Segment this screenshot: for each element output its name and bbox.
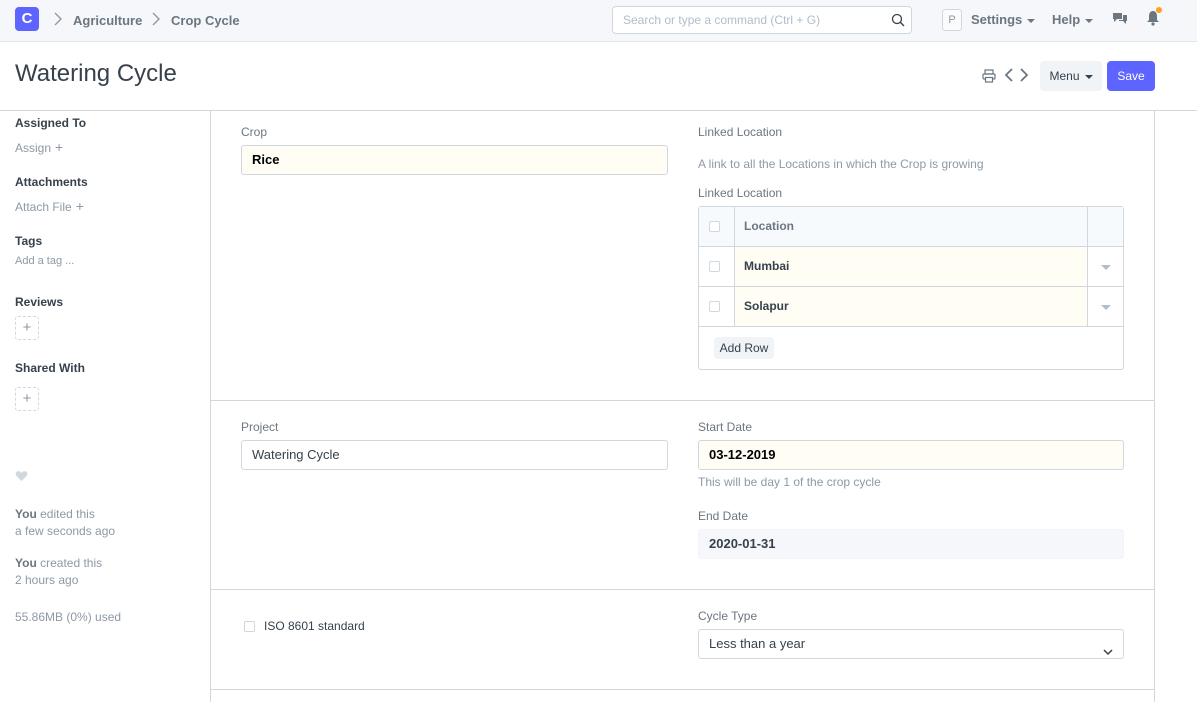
tags-label: Tags	[15, 234, 43, 248]
settings-dropdown[interactable]: Settings	[971, 12, 1036, 27]
location-column-header: Location	[744, 219, 794, 233]
notification-dot	[1156, 7, 1162, 13]
reviews-label: Reviews	[15, 295, 64, 309]
plus-icon: +	[22, 319, 32, 336]
heart-icon[interactable]	[15, 470, 28, 482]
search-input[interactable]	[613, 7, 873, 33]
chevron-right-icon	[151, 11, 161, 27]
activity-edited: You edited this	[15, 507, 95, 521]
avatar[interactable]: P	[942, 9, 962, 31]
project-field[interactable]: Watering Cycle	[241, 440, 668, 470]
shared-with-label: Shared With	[15, 361, 85, 375]
assigned-to-label: Assigned To	[15, 116, 87, 130]
crop-field[interactable]: Rice	[241, 145, 668, 175]
section-divider	[211, 589, 1154, 590]
cycle-type-select[interactable]: Less than a year	[698, 629, 1124, 659]
chevron-left-icon[interactable]	[1004, 68, 1014, 82]
linked-location-table-label: Linked Location	[698, 186, 783, 200]
plus-icon: +	[75, 198, 84, 214]
location-cell[interactable]: Solapur	[735, 287, 1087, 326]
print-icon[interactable]	[982, 69, 996, 83]
activity-edited-time: a few seconds ago	[15, 524, 116, 538]
breadcrumb-agriculture[interactable]: Agriculture	[73, 13, 142, 28]
add-share-button[interactable]: +	[15, 387, 39, 411]
end-date-label: End Date	[698, 509, 749, 523]
plus-icon: +	[22, 390, 32, 407]
iso-label: ISO 8601 standard	[264, 619, 365, 633]
settings-label: Settings	[971, 12, 1023, 27]
table-row[interactable]: Solapur	[699, 287, 1123, 327]
menu-label: Menu	[1049, 69, 1080, 83]
crop-label: Crop	[241, 125, 268, 139]
menu-button[interactable]: Menu	[1040, 61, 1102, 91]
add-review-button[interactable]: +	[15, 316, 39, 340]
activity-created: You created this	[15, 556, 103, 570]
navbar: C Agriculture Crop Cycle P Settings Help	[0, 0, 1197, 42]
linked-location-label: Linked Location	[698, 125, 783, 139]
section-divider	[211, 689, 1154, 690]
search-icon[interactable]	[891, 13, 905, 27]
linked-location-help: A link to all the Locations in which the…	[698, 157, 984, 171]
chat-icon[interactable]	[1112, 11, 1128, 27]
caret-down-icon[interactable]	[1101, 305, 1111, 310]
location-cell[interactable]: Mumbai	[735, 247, 1087, 286]
chevron-right-icon[interactable]	[1019, 68, 1029, 82]
page-title: Watering Cycle	[15, 60, 177, 87]
row-checkbox[interactable]	[709, 301, 720, 312]
storage-usage: 55.86MB (0%) used	[15, 610, 122, 624]
section-divider	[211, 400, 1154, 401]
add-tag-button[interactable]: Add a tag ...	[15, 255, 74, 267]
breadcrumb-crop-cycle[interactable]: Crop Cycle	[171, 13, 240, 28]
add-row-button[interactable]: Add Row	[714, 337, 774, 359]
assign-button[interactable]: Assign +	[15, 139, 63, 155]
help-label: Help	[1052, 12, 1081, 27]
row-checkbox[interactable]	[709, 261, 720, 272]
table-row[interactable]: Mumbai	[699, 247, 1123, 287]
caret-down-icon	[1085, 18, 1094, 23]
chevron-down-icon	[1103, 639, 1113, 656]
start-date-field[interactable]: 03-12-2019	[698, 440, 1124, 470]
caret-down-icon	[1084, 74, 1093, 79]
attach-file-label: Attach File	[15, 200, 72, 214]
attach-file-button[interactable]: Attach File +	[15, 198, 84, 214]
table-header-row: Location	[699, 207, 1123, 247]
assign-label: Assign	[15, 141, 52, 155]
linked-location-table: Location Mumbai Solapur Add Row	[698, 206, 1124, 370]
caret-down-icon	[1027, 18, 1036, 23]
cycle-type-label: Cycle Type	[698, 609, 758, 623]
plus-icon: +	[55, 139, 64, 155]
attachments-label: Attachments	[15, 175, 88, 189]
save-button[interactable]: Save	[1107, 61, 1155, 91]
end-date-value: 2020-01-31	[698, 529, 1124, 559]
chevron-right-icon	[53, 11, 63, 27]
project-label: Project	[241, 420, 279, 434]
help-dropdown[interactable]: Help	[1052, 12, 1094, 27]
app-logo[interactable]: C	[15, 7, 39, 31]
search-box	[612, 6, 912, 34]
caret-down-icon[interactable]	[1101, 265, 1111, 270]
start-date-help: This will be day 1 of the crop cycle	[698, 475, 881, 489]
cycle-type-value: Less than a year	[709, 636, 806, 651]
start-date-label: Start Date	[698, 420, 753, 434]
activity-created-time: 2 hours ago	[15, 573, 79, 587]
select-all-checkbox[interactable]	[709, 221, 720, 232]
form-layout: Crop Rice Linked Location A link to all …	[210, 110, 1155, 702]
iso-checkbox[interactable]	[244, 621, 255, 632]
